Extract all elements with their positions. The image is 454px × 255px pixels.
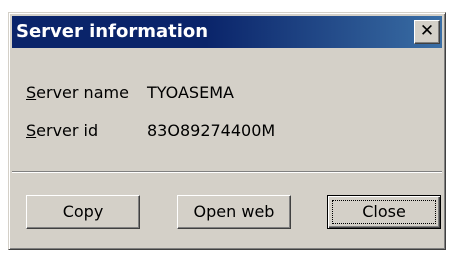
server-id-label-rest: erver id xyxy=(36,121,99,140)
server-information-dialog: Server information ✕ Server name TYOASEMA… xyxy=(8,12,446,250)
title-bar[interactable]: Server information ✕ xyxy=(12,16,442,48)
dialog-title: Server information xyxy=(16,21,209,42)
close-button-label: Close xyxy=(362,202,406,221)
title-close-button[interactable]: ✕ xyxy=(414,20,440,44)
server-id-row: Server id 83O89274400M xyxy=(26,121,275,141)
server-id-value: 83O89274400M xyxy=(147,121,276,140)
copy-button[interactable]: Copy xyxy=(26,195,140,229)
separator-line xyxy=(12,171,442,173)
close-button[interactable]: Close xyxy=(327,195,441,229)
server-name-label-rest: erver name xyxy=(36,83,129,102)
server-name-value: TYOASEMA xyxy=(147,83,234,102)
server-id-label-mnemonic: S xyxy=(26,121,37,140)
server-id-label: Server id xyxy=(26,121,147,141)
server-name-label-mnemonic: S xyxy=(26,83,37,102)
server-name-row: Server name TYOASEMA xyxy=(26,83,234,103)
close-icon: ✕ xyxy=(419,21,435,41)
open-web-button[interactable]: Open web xyxy=(177,195,291,229)
server-name-label: Server name xyxy=(26,83,147,103)
